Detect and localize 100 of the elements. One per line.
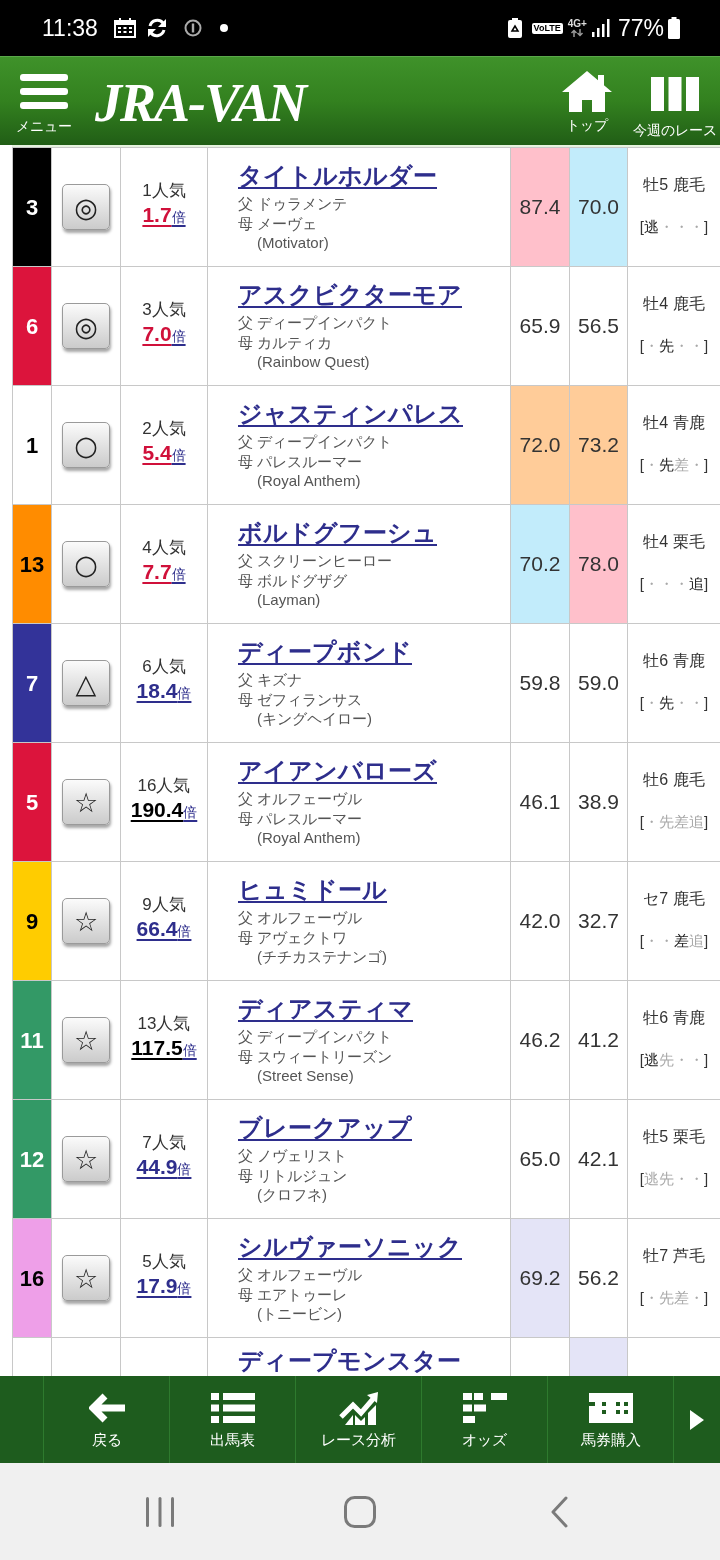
bracket-text: ]	[704, 1050, 709, 1070]
running-style-slot: 追	[689, 812, 704, 832]
horse-name-link[interactable]: アイアンバローズ	[238, 755, 437, 787]
post-number-cell: 12	[12, 1100, 52, 1218]
post-number-cell: 1	[12, 386, 52, 504]
bracket-text: ]	[704, 693, 709, 713]
horse-name-link[interactable]: アスクビクターモア	[238, 279, 462, 311]
sex-age-coat-text: セ7 鹿毛	[643, 889, 705, 909]
prediction-mark-button[interactable]: △	[62, 660, 110, 706]
dam-text: 母 ゼフィランサス	[238, 689, 363, 709]
post-number-cell: 7	[12, 624, 52, 742]
odds-link[interactable]: 18.4倍	[136, 678, 192, 706]
bracket-text: [	[639, 693, 644, 713]
menu-button[interactable]: メニュー	[13, 57, 75, 145]
dam-text: 母 ボルドグザグ	[238, 570, 348, 590]
running-style-slot: 先	[659, 1169, 674, 1189]
horse-name-link[interactable]: ブレークアップ	[238, 1112, 412, 1144]
horse-name-link[interactable]: タイトルホルダー	[238, 160, 437, 192]
dam-text: 母 カルティカ	[238, 332, 333, 352]
running-style-slot: 逃	[644, 1169, 659, 1189]
prediction-mark-button[interactable]: ◎	[62, 303, 110, 349]
score-cell: 70.2	[511, 505, 570, 623]
odds-link[interactable]: 117.5倍	[131, 1035, 197, 1063]
running-style-slot: 逃	[644, 217, 659, 237]
running-style-slot: ・	[674, 217, 689, 237]
odds-link[interactable]: 66.4倍	[136, 916, 192, 944]
dam-sire-text: (トニービン)	[256, 1304, 342, 1324]
prediction-mark-button[interactable]: ☆	[62, 1255, 110, 1301]
sire-text: 父 オルフェーヴル	[238, 908, 363, 928]
dam-sire-text: (Layman)	[256, 590, 321, 610]
dam-text: 母 パレスルーマー	[238, 808, 363, 828]
bracket-text: [	[639, 455, 644, 475]
sex-age-coat-text: 牡7 芦毛	[643, 1246, 705, 1266]
running-style-slot: ・	[674, 1169, 689, 1189]
prediction-mark-button[interactable]: ○	[62, 541, 110, 587]
odds-link[interactable]: 17.9倍	[136, 1273, 192, 1301]
calendar-icon	[113, 18, 136, 38]
bracket-text: ]	[704, 455, 709, 475]
running-style-slot: ・	[674, 574, 689, 594]
running-style-slot: 追	[689, 574, 704, 594]
sire-text: 父 オルフェーヴル	[238, 1265, 363, 1285]
running-style-slot: ・	[644, 693, 659, 713]
dam-sire-text: (クロフネ)	[256, 1185, 327, 1205]
bracket-text: ]	[704, 931, 709, 951]
sex-age-coat-text: 牡4 栗毛	[643, 532, 705, 552]
home-button[interactable]: トップ	[554, 57, 620, 145]
weekly-races-button[interactable]: 今週のレース	[630, 57, 720, 145]
horse-name-link[interactable]: ジャスティンパレス	[238, 398, 463, 430]
sire-text: 父 オルフェーヴル	[238, 789, 363, 809]
bracket-text: [	[639, 931, 644, 951]
horse-name-link[interactable]: ボルドグフーシュ	[238, 517, 437, 549]
odds-link[interactable]: 5.4倍	[142, 440, 186, 468]
odds-link[interactable]: 7.0倍	[142, 321, 186, 349]
toolbar-button[interactable]: 馬券購入	[547, 1376, 673, 1463]
prediction-mark-button[interactable]: ☆	[62, 1136, 110, 1182]
odds-link[interactable]: 190.4倍	[130, 797, 198, 825]
post-number-cell: 13	[12, 505, 52, 623]
bracket-text: [	[639, 574, 644, 594]
dam-text: 母 リトルジュン	[238, 1165, 348, 1185]
running-style-slot: 先	[659, 812, 674, 832]
prediction-mark-button[interactable]: ○	[62, 422, 110, 468]
volte-badge: VoLTE	[531, 22, 563, 34]
prediction-mark-button[interactable]: ☆	[62, 779, 110, 825]
horse-name-link[interactable]: ヒュミドール	[238, 874, 387, 906]
running-style-slot: ・	[659, 574, 674, 594]
dam-sire-text: (チチカステナンゴ)	[256, 947, 387, 967]
odds-link[interactable]: 44.9倍	[136, 1154, 192, 1182]
horse-name-link[interactable]: ディープモンスター	[238, 1347, 461, 1375]
running-style-slot: ・	[644, 336, 659, 356]
prediction-mark-button[interactable]: ☆	[62, 898, 110, 944]
sex-age-coat-text: 牡4 青鹿	[643, 413, 705, 433]
left-arrow-icon	[88, 1393, 125, 1423]
running-style-slot: ・	[644, 455, 659, 475]
popularity-text: 16人気	[137, 775, 191, 797]
odds-link[interactable]: 7.7倍	[142, 559, 186, 587]
horse-name-link[interactable]: シルヴァーソニック	[238, 1231, 462, 1263]
horse-name-link[interactable]: ディープボンド	[238, 636, 412, 668]
bracket-text: ]	[704, 574, 709, 594]
horse-name-link[interactable]: ディアスティマ	[238, 993, 413, 1025]
dam-text: 母 アヴェクトワ	[238, 927, 348, 947]
running-style-slot: ・	[689, 1169, 704, 1189]
odds-link[interactable]: 1.7倍	[142, 202, 186, 230]
running-style-slot: 差	[674, 931, 689, 951]
prediction-mark-button[interactable]: ◎	[62, 184, 110, 230]
running-style-slot: ・	[689, 1288, 704, 1308]
dam-sire-text: (Rainbow Quest)	[256, 352, 370, 372]
running-style-slot: ・	[644, 931, 659, 951]
popularity-text: 7人気	[142, 1132, 186, 1154]
dam-sire-text: (Royal Anthem)	[256, 828, 361, 848]
bracket-text: ]	[704, 336, 709, 356]
popularity-text: 9人気	[142, 894, 186, 916]
sync-icon	[145, 17, 168, 39]
dam-sire-text: (Street Sense)	[256, 1066, 354, 1086]
prediction-mark-button[interactable]: ☆	[62, 1017, 110, 1063]
dam-text: 母 スウィートリーズン	[238, 1046, 393, 1066]
running-style-slot: 差	[674, 1288, 689, 1308]
home-icon	[561, 70, 613, 112]
bracket-text: [	[639, 812, 644, 832]
running-style-slot: 先	[659, 1288, 674, 1308]
dam-text: 母 エアトゥーレ	[238, 1284, 348, 1304]
